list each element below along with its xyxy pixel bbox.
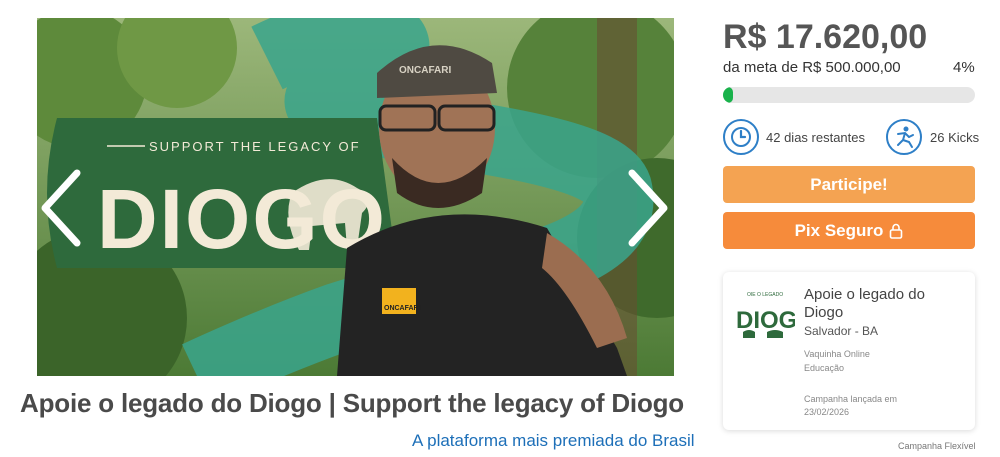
card-category: Educação [804,363,845,373]
raised-amount: R$ 17.620,00 [723,18,928,56]
clock-icon [723,119,759,155]
campaign-hero-image: SUPPORT THE LEGACY OF DIOGO ONCAFARI ONC… [37,18,674,376]
campaign-logo: OIE O LEGADO DIOGO [736,292,795,338]
goal-text: da meta de R$ 500.000,00 [723,59,901,76]
campaign-info-card[interactable]: OIE O LEGADO DIOGO Apoie o legado do Dio… [723,272,975,430]
campaign-title: Apoie o legado do Diogo | Support the le… [20,388,684,418]
platform-tagline-link[interactable]: A plataforma mais premiada do Brasil [412,431,695,451]
days-remaining: 42 dias restantes [766,130,866,145]
chevron-left-icon [41,169,81,247]
chevron-right-icon [628,169,668,247]
participate-button-label: Participe! [810,174,888,194]
cap-logo: ONCAFARI [399,65,451,76]
card-campaign-type: Vaquinha Online [804,349,870,359]
card-launch-date: Campanha lançada em 23/02/2026 [804,394,898,417]
card-logo-text: DIOGO [736,307,795,334]
kicks-count: 26 Kicks [930,130,980,145]
progress-bar-fill [723,87,734,103]
shirt-logo: ONCAFARI [384,305,421,312]
card-campaign-name: Apoie o legado do Diogo [804,286,925,321]
banner-tagline: SUPPORT THE LEGACY OF [149,139,361,154]
progress-bar [723,87,975,103]
flexible-campaign-label: Campanha Flexível [898,441,976,451]
card-location: Salvador - BA [804,324,879,338]
pix-button-label: Pix Seguro [794,220,884,240]
carousel-next-button[interactable] [622,168,672,248]
carousel-prev-button[interactable] [37,168,87,248]
hero-photo: SUPPORT THE LEGACY OF DIOGO ONCAFARI ONC… [37,18,674,376]
pix-secure-button[interactable]: Pix Seguro [723,212,975,249]
svg-text:OIE O LEGADO: OIE O LEGADO [747,292,783,298]
participate-button[interactable]: Participe! [723,166,975,203]
lock-icon [889,223,903,239]
goal-percent: 4% [953,59,975,76]
kick-icon [886,119,922,155]
